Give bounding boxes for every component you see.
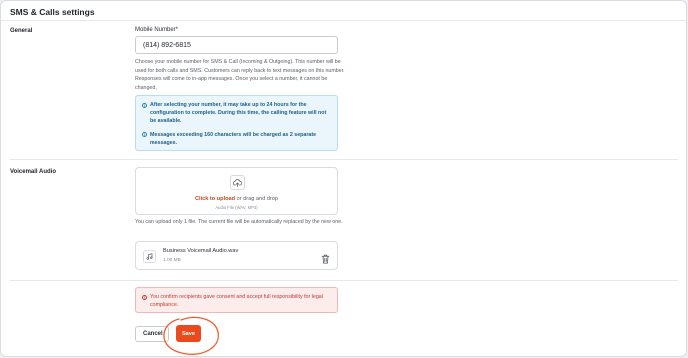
music-note-icon — [146, 253, 153, 260]
warning-line: ! You confirm recipients gave consent an… — [142, 293, 331, 310]
upload-instruction: Click to upload or drag and drop — [136, 196, 337, 202]
warning-text: You confirm recipients gave consent and … — [150, 294, 323, 309]
trash-icon — [321, 254, 330, 264]
voicemail-section-label: Voicemail Audio — [10, 169, 57, 175]
settings-card: SMS & Calls settings General Mobile Numb… — [0, 0, 687, 357]
page-title: SMS & Calls settings — [10, 7, 95, 17]
drag-drop-text: or drag and drop — [236, 196, 279, 202]
alert-circle-icon: ! — [142, 294, 147, 300]
uploaded-file-card: Business Voicemail Audio.wav 1.00 MB — [135, 241, 338, 270]
audio-upload-dropzone[interactable]: Click to upload or drag and drop Audio F… — [135, 167, 338, 215]
mobile-number-label: Mobile Number* — [135, 27, 179, 33]
info-circle-icon: i — [142, 132, 147, 138]
file-name: Business Voicemail Audio.wav — [163, 248, 239, 254]
delete-file-button[interactable] — [321, 251, 331, 264]
cloud-upload-icon — [233, 178, 242, 187]
upload-note: You can upload only 1 file. The current … — [135, 219, 343, 225]
upload-icon-box — [230, 175, 245, 190]
compliance-warning: ! You confirm recipients gave consent an… — [135, 287, 338, 313]
title-divider — [1, 20, 686, 21]
section-divider — [9, 159, 678, 160]
click-to-upload-link[interactable]: Click to upload — [195, 196, 235, 202]
info-callout: i After selecting your number, it may ta… — [135, 95, 338, 151]
cancel-button[interactable]: Cancel — [135, 326, 169, 342]
save-button[interactable]: Save — [176, 325, 201, 342]
file-size: 1.00 MB — [163, 258, 181, 263]
info-message-item: i Messages exceeding 160 characters will… — [142, 131, 331, 147]
mobile-number-input[interactable] — [135, 36, 338, 54]
section-divider — [9, 280, 678, 281]
info-message-item: i After selecting your number, it may ta… — [142, 101, 331, 126]
info-message-text: Messages exceeding 160 characters will b… — [150, 131, 317, 146]
info-circle-icon: i — [142, 102, 147, 108]
highlight-circle-annotation — [163, 316, 219, 355]
info-message-text: After selecting your number, it may take… — [150, 102, 327, 125]
mobile-number-help-text: Choose your mobile number for SMS & Call… — [135, 59, 345, 91]
upload-file-types: Audio File (WAV, MP3) — [215, 205, 258, 210]
general-section-label: General — [10, 28, 33, 34]
file-icon-box — [143, 250, 156, 263]
